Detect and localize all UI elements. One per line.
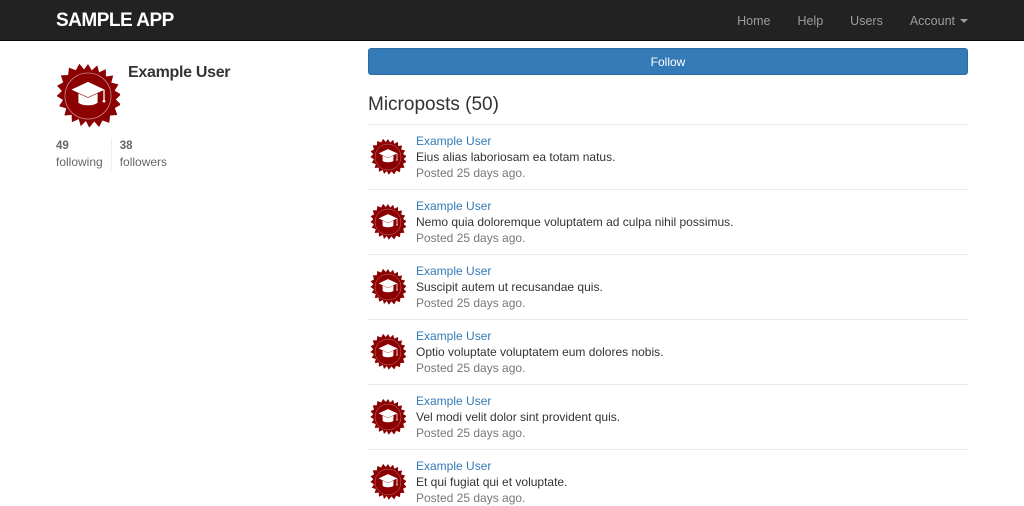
post-content: Optio voluptate voluptatem eum dolores n… [416, 345, 664, 359]
following-stat-link[interactable]: 49 following [56, 138, 112, 170]
micropost-item: Example User Vel modi velit dolor sint p… [368, 385, 968, 450]
post-timestamp: Posted 25 days ago. [416, 361, 526, 375]
post-timestamp: Posted 25 days ago. [416, 296, 526, 310]
graduation-cap-badge-icon[interactable] [370, 204, 406, 240]
follow-button[interactable]: Follow [368, 48, 968, 75]
graduation-cap-badge-icon[interactable] [370, 269, 406, 305]
graduation-cap-badge-icon[interactable] [370, 399, 406, 435]
post-content: Nemo quia doloremque voluptatem ad culpa… [416, 215, 734, 229]
nav-account-label: Account [909, 13, 955, 28]
followers-count: 38 [119, 140, 133, 152]
profile-user-name: Example User [128, 64, 231, 81]
post-content: Et qui fugiat qui et voluptate. [416, 475, 568, 489]
graduation-cap-badge-icon [56, 64, 120, 128]
post-user-link[interactable]: Example User [416, 199, 491, 213]
followers-label: followers [119, 155, 168, 169]
post-content: Vel modi velit dolor sint provident quis… [416, 410, 621, 424]
microposts-heading: Microposts (50) [368, 94, 499, 115]
graduation-cap-badge-icon[interactable] [370, 464, 406, 500]
brand-logo[interactable]: SAMPLE APP [56, 10, 174, 32]
navbar: SAMPLE APP Home Help Users Account [0, 0, 1024, 41]
micropost-item: Example User Suscipit autem ut recusanda… [368, 255, 968, 320]
nav-account-dropdown[interactable]: Account [910, 14, 968, 28]
post-timestamp: Posted 25 days ago. [416, 231, 526, 245]
main-content: Follow Microposts (50) Example User Eius… [368, 48, 968, 506]
post-user-link[interactable]: Example User [416, 459, 491, 473]
micropost-item: Example User Optio voluptate voluptatem … [368, 320, 968, 385]
micropost-item: Example User Nemo quia doloremque volupt… [368, 190, 968, 255]
post-user-link[interactable]: Example User [416, 264, 491, 278]
post-user-link[interactable]: Example User [416, 329, 491, 343]
following-count: 49 [56, 140, 69, 152]
nav-users-link[interactable]: Users [850, 14, 883, 28]
followers-stat-link[interactable]: 38 followers [112, 138, 167, 170]
post-timestamp: Posted 25 days ago. [416, 166, 526, 180]
caret-down-icon [960, 18, 968, 23]
user-stats: 49 following 38 followers [56, 138, 167, 170]
graduation-cap-badge-icon[interactable] [370, 334, 406, 370]
post-timestamp: Posted 25 days ago. [416, 426, 526, 440]
post-content: Suscipit autem ut recusandae quis. [416, 280, 603, 294]
nav-home-link[interactable]: Home [737, 14, 770, 28]
micropost-item: Example User Et qui fugiat qui et volupt… [368, 450, 968, 506]
post-user-link[interactable]: Example User [416, 394, 491, 408]
graduation-cap-badge-icon[interactable] [370, 139, 406, 175]
post-content: Eius alias laboriosam ea totam natus. [416, 150, 616, 164]
user-profile-panel: Example User 49 following 38 followers [56, 64, 336, 170]
micropost-item: Example User Eius alias laboriosam ea to… [368, 125, 968, 190]
following-label: following [56, 155, 103, 169]
nav-links: Home Help Users Account [710, 0, 968, 41]
post-timestamp: Posted 25 days ago. [416, 491, 526, 505]
post-user-link[interactable]: Example User [416, 134, 491, 148]
microposts-list: Example User Eius alias laboriosam ea to… [368, 124, 968, 506]
nav-help-link[interactable]: Help [797, 14, 823, 28]
